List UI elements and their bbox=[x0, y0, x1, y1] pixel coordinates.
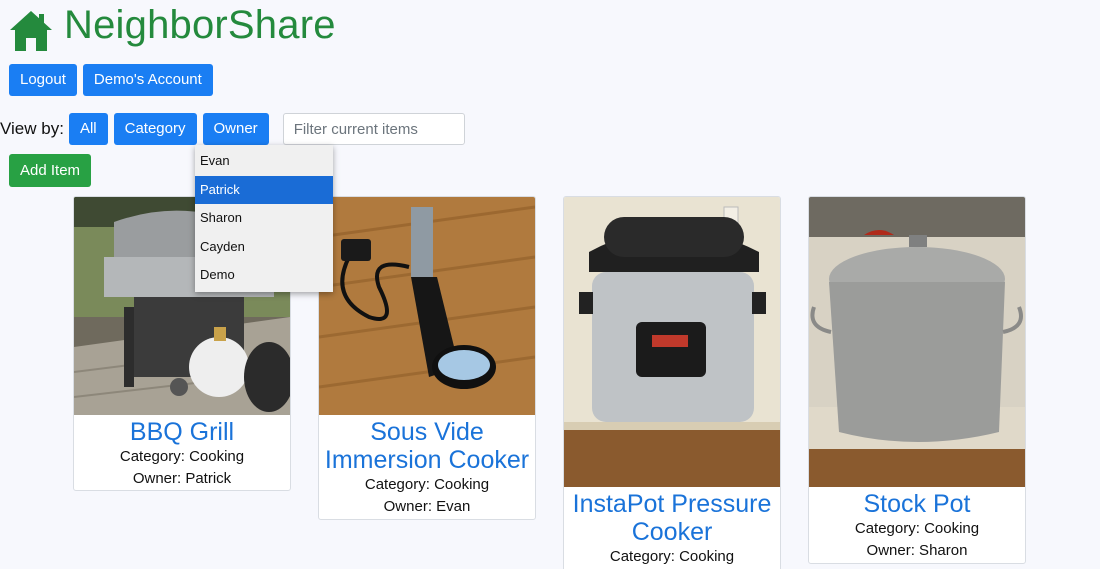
item-title[interactable]: InstaPot Pressure Cooker bbox=[564, 490, 780, 546]
owner-dropdown-menu: Evan Patrick Sharon Cayden Demo bbox=[195, 145, 333, 292]
item-owner: Owner: Evan bbox=[383, 498, 471, 515]
item-category: Category: Cooking bbox=[854, 520, 980, 537]
dropdown-option-evan[interactable]: Evan bbox=[195, 147, 333, 176]
item-photo bbox=[809, 197, 1025, 487]
header: NeighborShare bbox=[8, 0, 336, 58]
item-photo bbox=[564, 197, 780, 487]
item-owner: Owner: Sharon bbox=[866, 542, 968, 559]
item-category: Category: Cooking bbox=[609, 548, 735, 565]
account-bar: Logout Demo's Account bbox=[9, 64, 213, 96]
dropdown-option-sharon[interactable]: Sharon bbox=[195, 204, 333, 233]
item-category: Category: Cooking bbox=[364, 476, 490, 493]
add-item-button[interactable]: Add Item bbox=[9, 154, 92, 187]
app-title[interactable]: NeighborShare bbox=[64, 3, 336, 48]
item-card[interactable]: Sous Vide Immersion Cooker Category: Coo… bbox=[318, 196, 536, 520]
dropdown-option-patrick[interactable]: Patrick bbox=[195, 175, 333, 204]
item-title[interactable]: Stock Pot bbox=[809, 490, 1025, 518]
dropdown-option-cayden[interactable]: Cayden bbox=[195, 233, 333, 262]
view-owner-button[interactable]: Owner bbox=[202, 113, 269, 145]
item-card[interactable]: Stock Pot Category: Cooking Owner: Sharo… bbox=[808, 196, 1026, 564]
view-by-bar: View by: All Category Owner bbox=[0, 113, 465, 145]
dropdown-option-demo[interactable]: Demo bbox=[195, 261, 333, 290]
home-icon[interactable] bbox=[8, 8, 54, 54]
logout-button[interactable]: Logout bbox=[9, 64, 77, 96]
item-title[interactable]: Sous Vide Immersion Cooker bbox=[319, 418, 535, 474]
item-card[interactable]: InstaPot Pressure Cooker Category: Cooki… bbox=[563, 196, 781, 569]
item-title[interactable]: BBQ Grill bbox=[74, 418, 290, 446]
filter-input[interactable] bbox=[282, 113, 465, 145]
view-category-button[interactable]: Category bbox=[113, 113, 197, 145]
view-all-button[interactable]: All bbox=[68, 113, 108, 145]
page: NeighborShare Logout Demo's Account View… bbox=[0, 0, 1100, 569]
item-owner: Owner: Patrick bbox=[132, 470, 232, 487]
account-button[interactable]: Demo's Account bbox=[82, 64, 213, 96]
item-photo bbox=[319, 197, 535, 415]
item-category: Category: Cooking bbox=[119, 448, 245, 465]
view-by-label: View by: bbox=[0, 119, 64, 138]
